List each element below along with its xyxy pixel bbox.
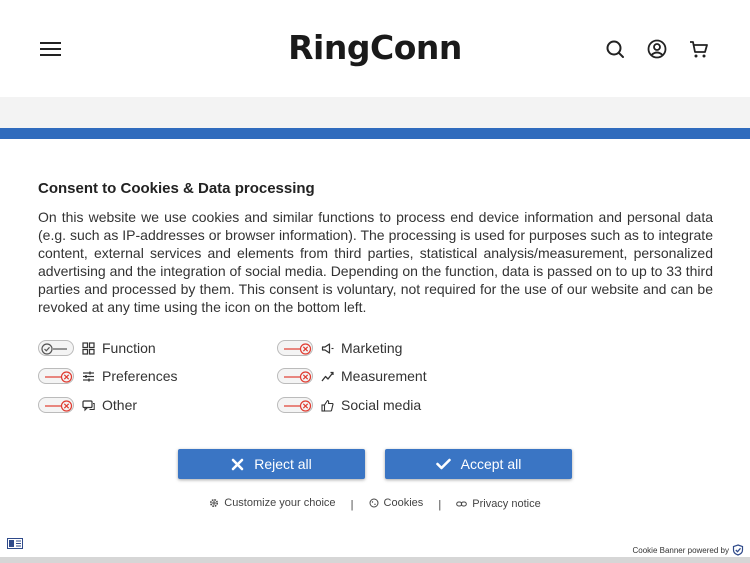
- thumbs-up-icon: [321, 399, 334, 412]
- option-social-media: Social media: [277, 395, 421, 415]
- gear-icon: [210, 498, 219, 508]
- option-measurement-label: Measurement: [341, 368, 427, 384]
- cookies-label: Cookies: [383, 497, 424, 509]
- toggle-social-media[interactable]: [277, 397, 313, 413]
- cookie-settings-icon[interactable]: [7, 538, 23, 549]
- search-icon[interactable]: [604, 38, 626, 60]
- megaphone-icon: [321, 342, 334, 354]
- account-icon[interactable]: [646, 38, 668, 60]
- chat-icon: [82, 399, 95, 411]
- accept-all-label: Accept all: [460, 456, 522, 472]
- powered-by[interactable]: Cookie Banner powered by: [632, 544, 744, 556]
- toggle-marketing[interactable]: [277, 340, 313, 356]
- trend-icon: [321, 371, 334, 381]
- consent-title: Consent to Cookies & Data processing: [38, 180, 315, 197]
- option-preferences-label: Preferences: [102, 368, 178, 384]
- shield-check-icon: [732, 544, 744, 556]
- link-icon: [456, 501, 468, 507]
- toggle-preferences[interactable]: [38, 368, 74, 384]
- privacy-notice-label: Privacy notice: [472, 498, 541, 510]
- site-header: RingConn: [0, 0, 750, 97]
- checkmark-icon: [435, 458, 451, 470]
- option-social-media-label: Social media: [341, 397, 422, 413]
- option-other-label: Other: [102, 397, 138, 413]
- toggle-other[interactable]: [38, 397, 74, 413]
- banner-top-bar: [0, 128, 750, 139]
- link-separator: |: [350, 499, 354, 511]
- link-separator: |: [438, 499, 442, 511]
- option-marketing: Marketing: [277, 338, 402, 358]
- cookie-icon: [369, 498, 379, 508]
- option-measurement: Measurement: [277, 366, 427, 386]
- toggle-measurement[interactable]: [277, 368, 313, 384]
- customize-choice-link[interactable]: Customize your choice: [209, 497, 336, 509]
- option-other: Other: [38, 395, 137, 415]
- toggle-function[interactable]: [38, 340, 74, 356]
- option-preferences: Preferences: [38, 366, 177, 386]
- option-function-label: Function: [102, 340, 156, 356]
- reject-all-button[interactable]: Reject all: [178, 449, 365, 479]
- customize-choice-label: Customize your choice: [224, 497, 336, 509]
- reject-all-label: Reject all: [254, 456, 312, 472]
- accept-all-button[interactable]: Accept all: [385, 449, 572, 479]
- option-marketing-label: Marketing: [341, 340, 403, 356]
- option-function: Function: [38, 338, 156, 358]
- powered-by-label: Cookie Banner powered by: [632, 545, 729, 555]
- puzzle-icon: [82, 341, 95, 355]
- footer-links: Customize your choice | Cookies | Privac…: [0, 497, 750, 511]
- privacy-notice-link[interactable]: Privacy notice: [456, 498, 541, 510]
- header-actions: [604, 38, 710, 60]
- consent-description: On this website we use cookies and simil…: [38, 209, 713, 315]
- cart-icon[interactable]: [688, 38, 710, 60]
- page-background: [0, 97, 750, 128]
- cookies-link[interactable]: Cookies: [369, 497, 424, 509]
- close-icon: [231, 458, 244, 470]
- sliders-icon: [83, 371, 94, 381]
- bottom-strip: [0, 557, 750, 563]
